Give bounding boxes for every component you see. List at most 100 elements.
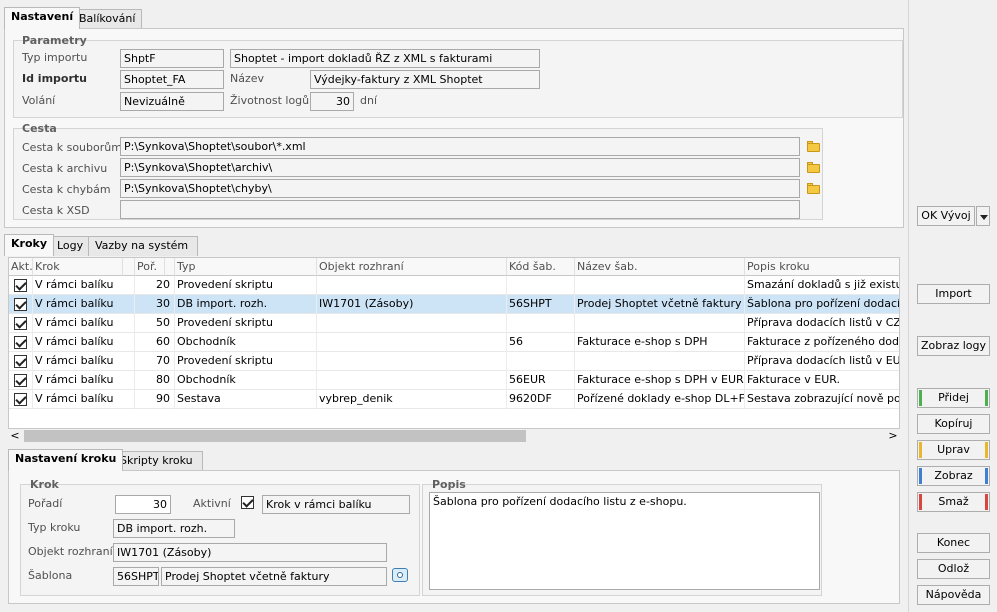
kopiruj-button[interactable]: Kopíruj: [917, 414, 990, 434]
napoveda-button[interactable]: Nápověda: [917, 585, 990, 605]
scroll-left-icon[interactable]: <: [8, 429, 22, 443]
cell-krok: V rámci balíku: [33, 276, 135, 295]
cell-objekt: vybrep_denik: [317, 390, 507, 409]
table-row[interactable]: V rámci balíku 20 Provedení skriptu Smaz…: [9, 276, 899, 295]
akt-checkbox[interactable]: [9, 276, 33, 295]
col-objekt[interactable]: Objekt rozhraní: [317, 258, 507, 276]
parametry-title: Parametry: [22, 34, 87, 47]
cell-nazev: [575, 314, 745, 333]
zivotnost-unit: dní: [360, 94, 378, 107]
table-row[interactable]: V rámci balíku 70 Provedení skriptu Příp…: [9, 352, 899, 371]
cell-popis: Fakturace z pořízeného doda: [745, 333, 899, 352]
poradi-field[interactable]: 30: [115, 495, 171, 514]
col-popis[interactable]: Popis kroku: [745, 258, 899, 276]
cell-typ: Obchodník: [175, 371, 317, 390]
sablona-code-field[interactable]: 56SHPT: [113, 567, 159, 586]
pridej-button[interactable]: Přidej: [917, 388, 990, 408]
table-row[interactable]: V rámci balíku 90 Sestava vybrep_denik 9…: [9, 390, 899, 409]
cesta-archiv-field[interactable]: P:\Synkova\Shoptet\archiv\: [120, 158, 800, 177]
typ-kroku-field[interactable]: DB import. rozh.: [113, 519, 235, 538]
odloz-button[interactable]: Odlož: [917, 559, 990, 579]
col-nazev[interactable]: Název šab.: [575, 258, 745, 276]
cell-popis: Šablona pro pořízení dodací: [745, 295, 899, 314]
folder-icon[interactable]: [806, 182, 822, 195]
cell-objekt: [317, 314, 507, 333]
smaz-button[interactable]: Smaž: [917, 492, 990, 512]
cell-popis: Smazání dokladů s již existu: [745, 276, 899, 295]
akt-checkbox[interactable]: [9, 352, 33, 371]
folder-icon[interactable]: [806, 161, 822, 174]
table-row[interactable]: V rámci balíku 80 Obchodník 56EUR Faktur…: [9, 371, 899, 390]
cell-popis: Sestava zobrazující nově poř: [745, 390, 899, 409]
folder-icon[interactable]: [806, 140, 822, 153]
zobraz-button[interactable]: Zobraz: [917, 466, 990, 486]
col-sort-2[interactable]: [165, 258, 175, 276]
tab-nastaveni[interactable]: Nastavení: [4, 7, 81, 29]
tab-vazby[interactable]: Vazby na systém: [88, 236, 198, 256]
col-typ[interactable]: Typ: [175, 258, 317, 276]
cesta-chyby-field[interactable]: P:\Synkova\Shoptet\chyby\: [120, 179, 800, 198]
grid-hscrollbar[interactable]: < >: [8, 429, 900, 443]
tab-skripty-kroku[interactable]: Skripty kroku: [113, 451, 203, 471]
cell-por: 20: [135, 276, 175, 295]
cell-kod: 9620DF: [507, 390, 575, 409]
col-por[interactable]: Poř.: [135, 258, 165, 276]
uprav-button[interactable]: Uprav: [917, 440, 990, 460]
akt-checkbox[interactable]: [9, 390, 33, 409]
cell-typ: Provedení skriptu: [175, 276, 317, 295]
table-row-selected[interactable]: V rámci balíku 30 DB import. rozh. IW170…: [9, 295, 899, 314]
cell-popis: Příprava dodacích listů v CZ: [745, 314, 899, 333]
cell-objekt: [317, 333, 507, 352]
typ-importu-name-field[interactable]: Shoptet - import dokladů ŘZ z XML s fakt…: [230, 49, 540, 68]
id-importu-label: Id importu: [22, 72, 87, 85]
poradi-label: Pořadí: [28, 497, 63, 510]
cell-por: 90: [135, 390, 175, 409]
akt-checkbox[interactable]: [9, 314, 33, 333]
table-row[interactable]: V rámci balíku 50 Provedení skriptu Příp…: [9, 314, 899, 333]
aktivni-field[interactable]: Krok v rámci balíku: [262, 495, 410, 514]
id-importu-field[interactable]: Shoptet_FA: [120, 70, 224, 89]
popis-textarea[interactable]: Šablona pro pořízení dodacího listu z e-…: [429, 492, 820, 590]
nazev-field[interactable]: Výdejky-faktury z XML Shoptet: [310, 70, 540, 89]
sablona-name-field[interactable]: Prodej Shoptet včetně faktury: [161, 567, 387, 586]
objekt-field[interactable]: IW1701 (Zásoby): [113, 543, 387, 562]
akt-checkbox[interactable]: [9, 333, 33, 352]
tab-kroky[interactable]: Kroky: [4, 234, 54, 256]
ok-vyvoj-button[interactable]: OK Vývoj: [917, 206, 975, 226]
tab-nastaveni-kroku[interactable]: Nastavení kroku: [8, 449, 124, 471]
cell-krok: V rámci balíku: [33, 333, 135, 352]
table-row[interactable]: V rámci balíku 60 Obchodník 56 Fakturace…: [9, 333, 899, 352]
col-krok[interactable]: Krok: [33, 258, 123, 276]
tab-logy[interactable]: Logy: [50, 236, 91, 256]
cell-nazev: [575, 352, 745, 371]
akt-checkbox[interactable]: [9, 295, 33, 314]
cell-kod: 56: [507, 333, 575, 352]
scroll-right-icon[interactable]: >: [886, 429, 900, 443]
aktivni-label: Aktivní: [193, 497, 231, 510]
scroll-thumb[interactable]: [24, 430, 526, 442]
zobraz-logy-button[interactable]: Zobraz logy: [917, 336, 990, 356]
volani-field[interactable]: Nevizuálně: [120, 92, 224, 111]
aktivni-checkbox[interactable]: [241, 496, 257, 512]
tab-balikovani[interactable]: Balíkování: [72, 9, 143, 29]
typ-importu-code-field[interactable]: ShptF: [120, 49, 224, 68]
volani-label: Volání: [22, 94, 56, 107]
objekt-label: Objekt rozhraní: [28, 545, 113, 558]
col-sort-1[interactable]: [123, 258, 135, 276]
nazev-label: Název: [230, 72, 265, 85]
import-button[interactable]: Import: [917, 284, 990, 304]
chevron-down-icon[interactable]: [976, 206, 990, 226]
akt-checkbox[interactable]: [9, 371, 33, 390]
zivotnost-field[interactable]: 30: [310, 92, 354, 111]
cell-typ: Provedení skriptu: [175, 352, 317, 371]
cell-krok: V rámci balíku: [33, 314, 135, 333]
cesta-soubory-field[interactable]: P:\Synkova\Shoptet\soubor\*.xml: [120, 137, 800, 156]
cell-nazev: Prodej Shoptet včetně faktury: [575, 295, 745, 314]
cell-krok: V rámci balíku: [33, 295, 135, 314]
lookup-icon[interactable]: [392, 568, 408, 582]
konec-button[interactable]: Konec: [917, 533, 990, 553]
col-kod[interactable]: Kód šab.: [507, 258, 575, 276]
cesta-xsd-field[interactable]: [120, 200, 800, 219]
cesta-xsd-label: Cesta k XSD: [22, 204, 90, 217]
col-akt[interactable]: Akt.: [9, 258, 33, 276]
